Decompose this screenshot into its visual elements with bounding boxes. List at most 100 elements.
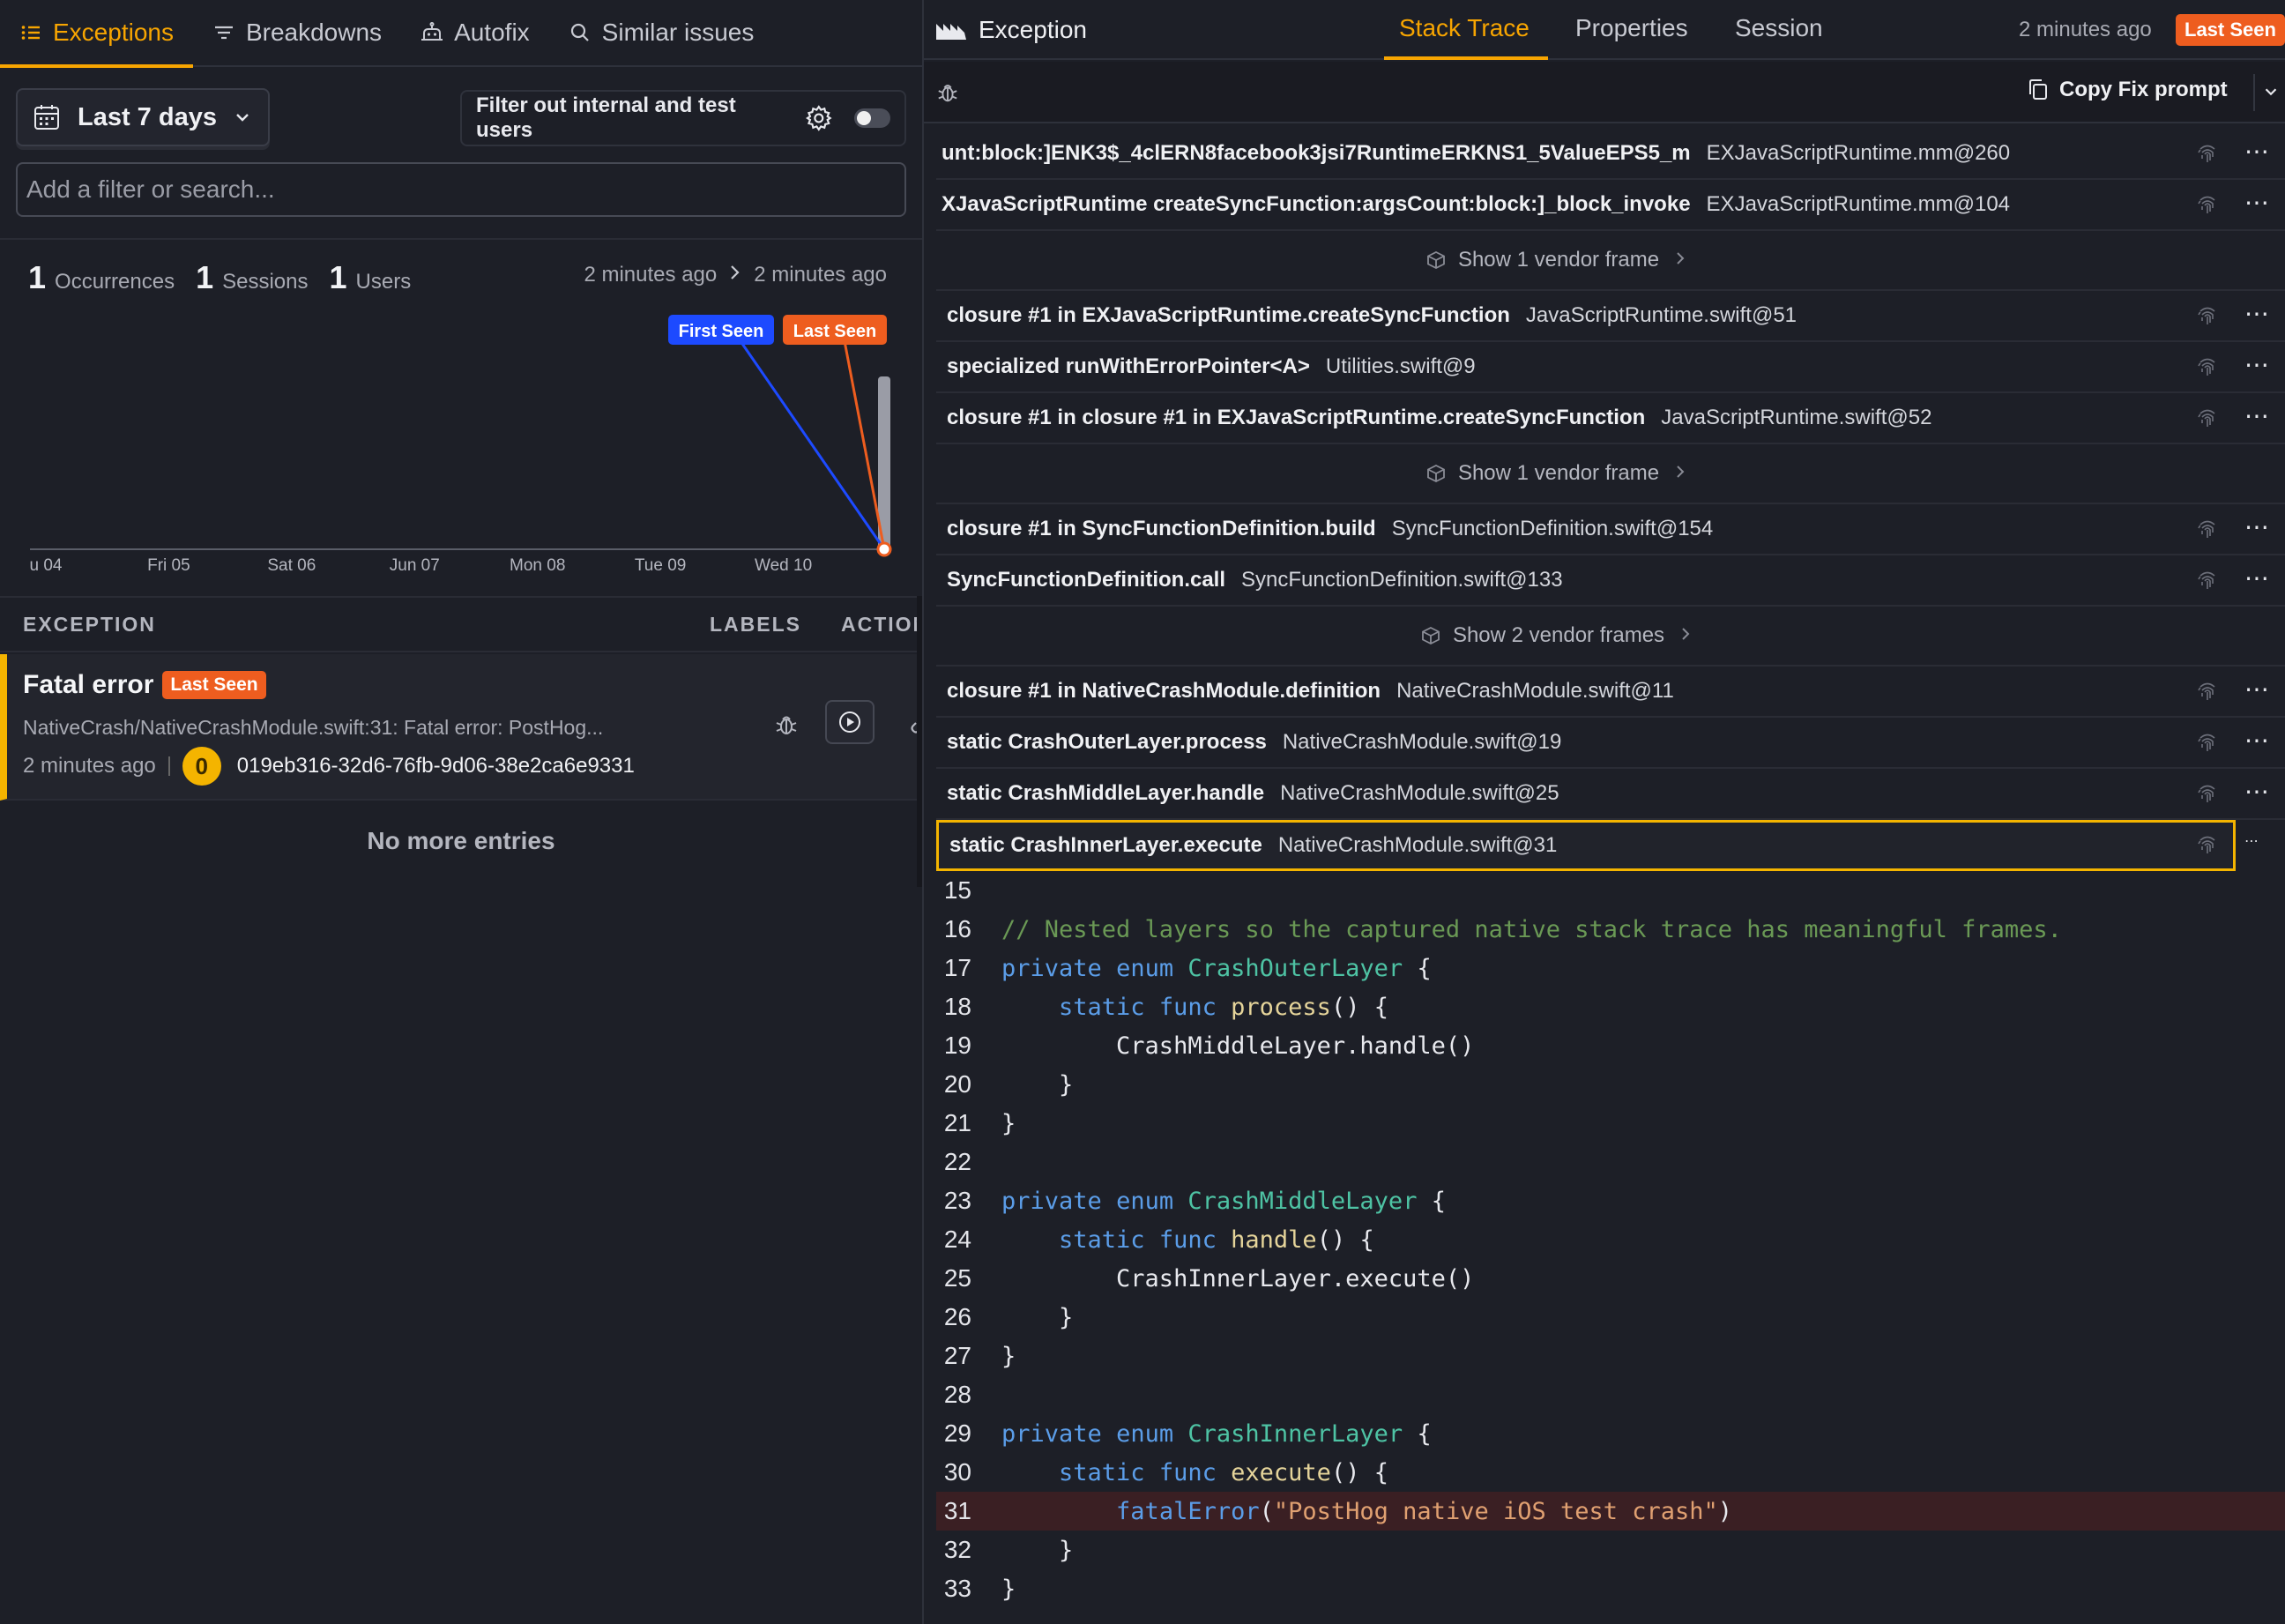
x-tick-label: u 04 xyxy=(30,556,63,575)
more-options-icon[interactable]: ⋯ xyxy=(2244,353,2271,377)
fingerprint-icon[interactable] xyxy=(2195,192,2220,223)
code-text: static func execute() { xyxy=(1059,1458,1388,1486)
exception-meta: 2 minutes ago 0 019eb316-32d6-76fb-9d06-… xyxy=(23,747,635,786)
line-number: 20 xyxy=(943,1070,971,1098)
calendar-icon xyxy=(34,105,59,130)
frame-function: unt:block:]ENK3$_4clERN8facebook3jsi7Run… xyxy=(942,141,1691,165)
more-options-icon[interactable]: ⋯ xyxy=(2244,566,2271,591)
code-line: 17 private enum CrashOuterLayer { xyxy=(936,949,2285,987)
more-options-icon[interactable]: ⋯ xyxy=(2244,515,2271,540)
code-line: 30 static func execute() { xyxy=(936,1453,2285,1492)
code-line: 20 } xyxy=(936,1065,2285,1104)
stack-frame[interactable]: closure #1 in NativeCrashModule.definiti… xyxy=(936,667,2285,718)
fingerprint-icon[interactable] xyxy=(2195,679,2220,710)
fingerprint-icon[interactable] xyxy=(2195,406,2220,436)
show-vendor-frames-button[interactable]: Show 1 vendor frame xyxy=(936,444,2285,504)
stack-toolbar: Copy Fix prompt xyxy=(924,62,2285,123)
line-number: 33 xyxy=(943,1575,971,1602)
code-text: CrashMiddleLayer.handle() xyxy=(1001,1032,1475,1060)
frame-file: NativeCrashModule.swift@11 xyxy=(1396,679,1674,703)
fingerprint-icon[interactable] xyxy=(2195,832,2220,861)
users-label: Users xyxy=(355,270,412,294)
robot-icon xyxy=(421,21,443,44)
stack-frame[interactable]: closure #1 in SyncFunctionDefinition.bui… xyxy=(936,504,2285,555)
last-seen-time: 2 minutes ago xyxy=(754,263,887,287)
fingerprint-icon[interactable] xyxy=(2195,141,2220,172)
stack-frame[interactable]: static CrashInnerLayer.execute NativeCras… xyxy=(936,820,2236,871)
more-options-icon[interactable]: ⋯ xyxy=(2244,728,2271,753)
chevron-down-icon[interactable] xyxy=(2262,83,2280,101)
code-text: private enum CrashMiddleLayer { xyxy=(1001,1187,1446,1215)
more-options-icon[interactable]: ⋯ xyxy=(2244,139,2271,164)
date-range-value: Last 7 days xyxy=(78,102,217,131)
fingerprint-icon[interactable] xyxy=(2195,354,2220,385)
frame-function: static CrashOuterLayer.process xyxy=(947,730,1267,754)
line-number: 32 xyxy=(943,1536,971,1563)
more-options-icon[interactable]: ⋯ xyxy=(2244,832,2259,850)
frame-file: NativeCrashModule.swift@25 xyxy=(1280,781,1559,805)
more-options-icon[interactable]: ⋯ xyxy=(2244,302,2271,326)
stack-frame[interactable]: XJavaScriptRuntime createSyncFunction:ar… xyxy=(936,180,2285,231)
fingerprint-icon[interactable] xyxy=(2195,781,2220,812)
exception-time: 2 minutes ago xyxy=(23,754,156,778)
stack-frame[interactable]: closure #1 in EXJavaScriptRuntime.create… xyxy=(936,291,2285,342)
show-vendor-frames-button[interactable]: Show 2 vendor frames xyxy=(936,607,2285,667)
line-number: 26 xyxy=(943,1303,971,1330)
code-line: 21} xyxy=(936,1104,2285,1143)
fingerprint-icon[interactable] xyxy=(2195,303,2220,334)
frame-function: XJavaScriptRuntime createSyncFunction:ar… xyxy=(942,192,1691,216)
stack-frame[interactable]: unt:block:]ENK3$_4clERN8facebook3jsi7Run… xyxy=(936,129,2285,180)
frame-file: SyncFunctionDefinition.swift@154 xyxy=(1391,517,1714,540)
tab-autofix[interactable]: Autofix xyxy=(401,0,549,66)
tab-stack-trace[interactable]: Stack Trace xyxy=(1399,14,1530,42)
tab-exceptions[interactable]: Exceptions xyxy=(0,0,193,68)
fingerprint-icon[interactable] xyxy=(2195,730,2220,761)
chevron-right-icon xyxy=(1680,623,1703,648)
first-seen-label: First Seen xyxy=(679,322,764,341)
stack-frame[interactable]: closure #1 in closure #1 in EXJavaScript… xyxy=(936,393,2285,444)
gear-icon[interactable] xyxy=(805,104,833,132)
line-number: 23 xyxy=(943,1187,971,1214)
exception-title: Fatal error Last Seen xyxy=(23,670,266,700)
search-input[interactable]: Add a filter or search... xyxy=(16,162,906,217)
line-number: 16 xyxy=(943,915,971,942)
x-tick-label: Tue 09 xyxy=(635,556,686,575)
bug-icon[interactable] xyxy=(774,712,799,737)
code-line: 16 // Nested layers so the captured nativ… xyxy=(936,910,2285,949)
source-code-view: 15 16 // Nested layers so the captured nat… xyxy=(936,871,2285,1608)
code-text: } xyxy=(1001,1070,1074,1099)
tab-breakdowns[interactable]: Breakdowns xyxy=(193,0,401,66)
line-number: 30 xyxy=(943,1458,971,1486)
stack-frame[interactable]: static CrashOuterLayer.process NativeCras… xyxy=(936,718,2285,769)
fingerprint-icon[interactable] xyxy=(2195,517,2220,548)
avatar: 0 xyxy=(182,747,221,786)
frame-function: closure #1 in closure #1 in EXJavaScript… xyxy=(947,406,1646,429)
bug-icon[interactable] xyxy=(936,81,959,104)
frame-function: closure #1 in EXJavaScriptRuntime.create… xyxy=(947,303,1510,327)
date-range-select[interactable]: Last 7 days xyxy=(16,88,270,146)
code-line: 24 static func handle() { xyxy=(936,1220,2285,1259)
copy-fix-prompt-button[interactable]: Copy Fix prompt xyxy=(2028,78,2228,102)
stack-frame[interactable]: SyncFunctionDefinition.call SyncFunctionD… xyxy=(936,555,2285,607)
more-options-icon[interactable]: ⋯ xyxy=(2244,404,2271,428)
stack-frame[interactable]: static CrashMiddleLayer.handle NativeCras… xyxy=(936,769,2285,820)
tab-properties[interactable]: Properties xyxy=(1575,14,1688,42)
line-number: 15 xyxy=(943,876,971,904)
tab-similar-issues[interactable]: Similar issues xyxy=(549,0,774,66)
more-options-icon[interactable]: ⋯ xyxy=(2244,779,2271,804)
tab-session[interactable]: Session xyxy=(1735,14,1823,42)
exception-row[interactable]: Fatal error Last Seen NativeCrash/Native… xyxy=(0,654,928,801)
exceptions-table-header: EXCEPTION LABELS ACTION xyxy=(0,596,927,652)
frame-function: closure #1 in SyncFunctionDefinition.bui… xyxy=(947,517,1376,540)
search-placeholder: Add a filter or search... xyxy=(26,175,275,203)
occurrences-label: Occurrences xyxy=(55,270,175,294)
show-vendor-frames-button[interactable]: Show 1 vendor frame xyxy=(936,231,2285,291)
stack-frame[interactable]: specialized runWithErrorPointer<A> Utilit… xyxy=(936,342,2285,393)
internal-users-toggle[interactable] xyxy=(853,108,890,128)
play-recording-button[interactable] xyxy=(825,700,875,744)
vendor-frame-label: Show 2 vendor frames xyxy=(1452,623,1665,647)
divider xyxy=(0,238,922,240)
fingerprint-icon[interactable] xyxy=(2195,568,2220,599)
more-options-icon[interactable]: ⋯ xyxy=(2244,190,2271,215)
more-options-icon[interactable]: ⋯ xyxy=(2244,677,2271,702)
